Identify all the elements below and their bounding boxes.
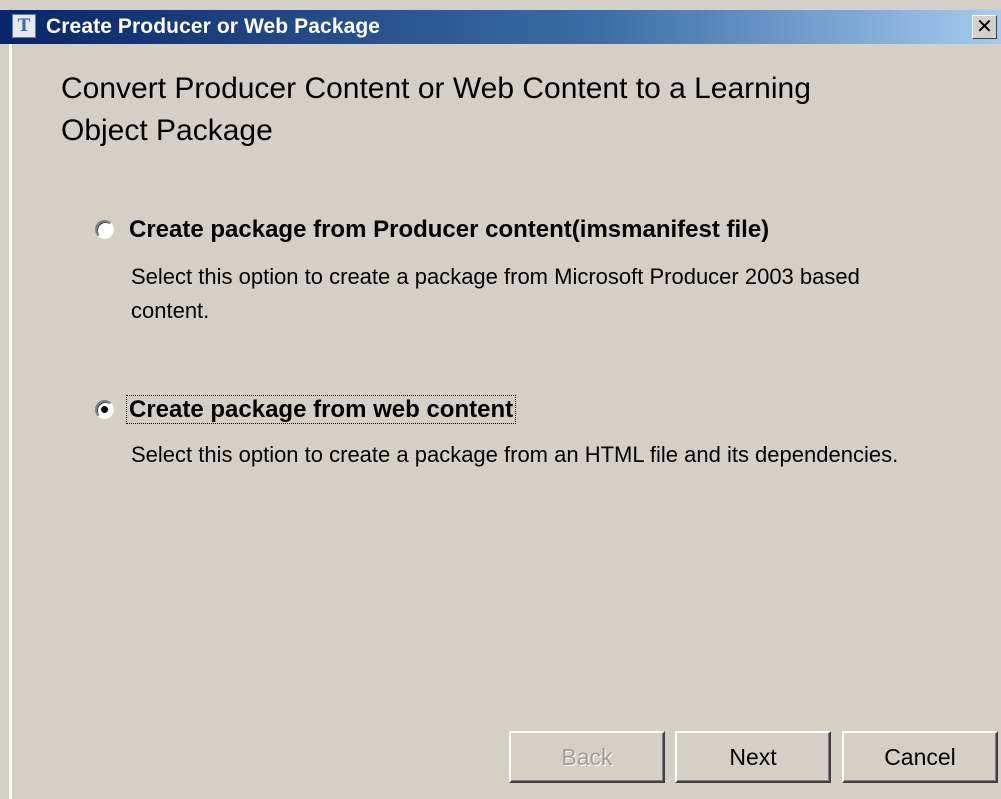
title-bar[interactable]: T Create Producer or Web Package ✕ — [0, 10, 1001, 44]
option-producer-description: Select this option to create a package f… — [131, 264, 860, 323]
app-icon: T — [12, 14, 36, 38]
option-web-label[interactable]: Create package from web content — [125, 395, 517, 425]
next-button[interactable]: Next — [675, 731, 831, 783]
dialog-window: T Create Producer or Web Package ✕ Conve… — [0, 0, 1001, 799]
radio-producer-content[interactable] — [95, 220, 114, 239]
window-title: Create Producer or Web Package — [46, 15, 381, 38]
option-web-description: Select this option to create a package f… — [131, 442, 899, 467]
radio-selected-dot — [101, 406, 108, 413]
close-button[interactable]: ✕ — [972, 15, 997, 39]
close-icon: ✕ — [976, 16, 993, 38]
page-title: Convert Producer Content or Web Content … — [61, 72, 811, 147]
radio-web-content[interactable] — [95, 400, 114, 419]
focus-rectangle: Create package from web content — [125, 395, 517, 424]
back-button[interactable]: Back — [509, 731, 665, 783]
option-producer-label[interactable]: Create package from Producer content(ims… — [129, 215, 769, 245]
cancel-button[interactable]: Cancel — [842, 731, 998, 783]
